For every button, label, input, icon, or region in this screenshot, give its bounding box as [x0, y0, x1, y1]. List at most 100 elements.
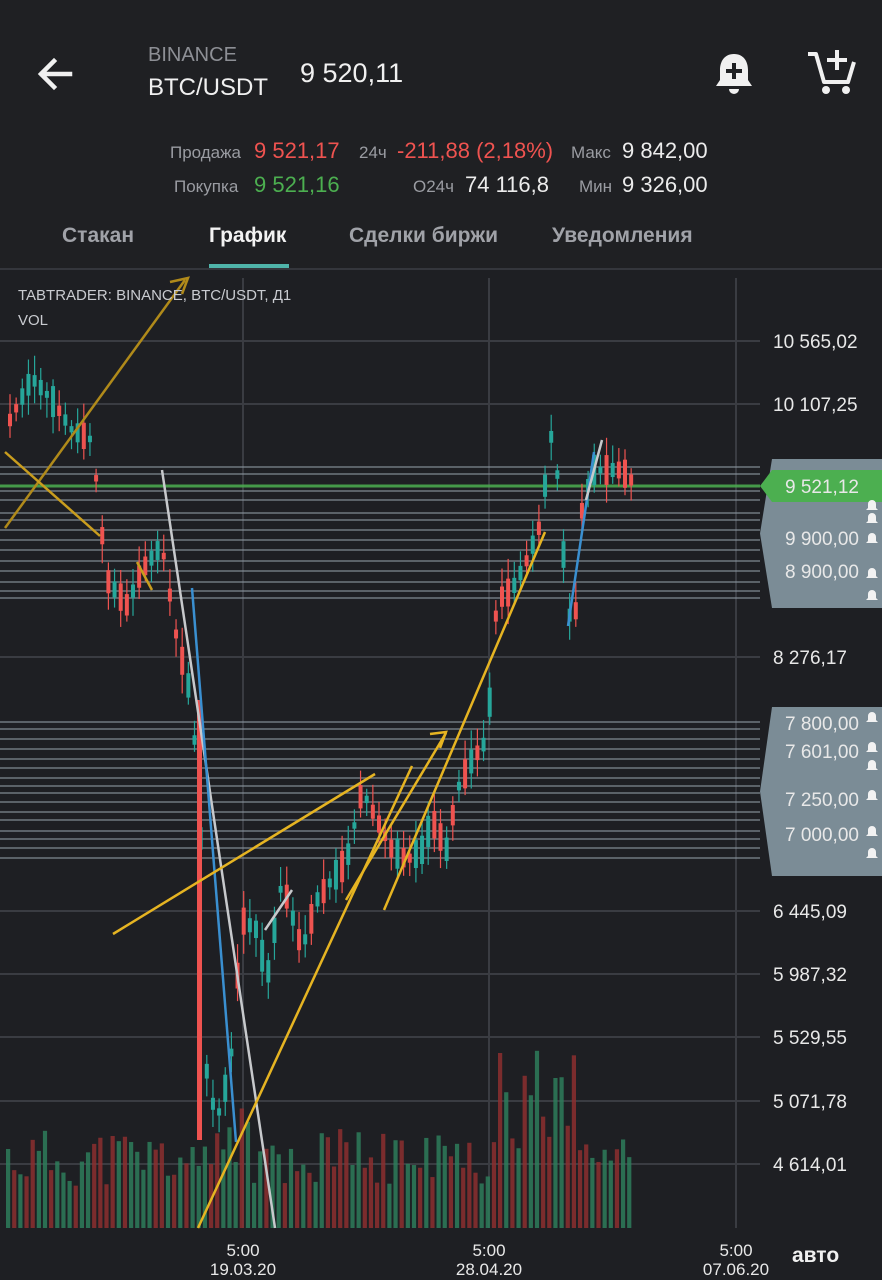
candle-body — [44, 390, 49, 398]
candle-body — [598, 466, 603, 474]
volume-bar — [491, 1142, 497, 1228]
volume-bar — [448, 1156, 453, 1228]
candle-body — [475, 745, 480, 761]
price-chart[interactable]: 9 521,12 9 900,00 8 900,00 7 800,00 7 601,00… — [0, 268, 882, 1280]
volume-bar — [276, 1154, 281, 1228]
volume-bar — [522, 1075, 527, 1228]
candle-body — [524, 555, 529, 567]
candle-body — [610, 462, 615, 478]
arrow-left-icon[interactable] — [30, 48, 82, 100]
volume-bar — [141, 1169, 146, 1228]
volume-bar — [129, 1142, 134, 1228]
volume-bar — [356, 1132, 361, 1228]
buy-value: 9 521,16 — [254, 172, 340, 197]
candle-body — [438, 823, 443, 851]
auto-scale-button[interactable]: авто — [792, 1244, 839, 1268]
candle-body — [241, 907, 246, 935]
candle-body — [272, 917, 277, 943]
candle-body — [426, 815, 431, 847]
alert-tag-value: 9 900,00 — [785, 529, 859, 550]
tab-alerts[interactable]: Уведомления — [552, 224, 693, 248]
volume-bar — [98, 1137, 103, 1228]
candle-body — [247, 918, 252, 933]
volume-bar — [510, 1138, 515, 1228]
bell-plus-icon[interactable] — [710, 50, 758, 98]
volume-bar — [196, 1165, 201, 1228]
candle-body — [543, 474, 548, 497]
tab-chart[interactable]: График — [209, 224, 286, 248]
candle-body — [561, 541, 566, 568]
candle-body — [63, 414, 68, 426]
volume-bar — [233, 1161, 238, 1228]
candle-body — [512, 577, 517, 593]
price-axis-label: 10 107,25 — [773, 395, 858, 416]
candle-body — [266, 960, 271, 983]
candle-body — [629, 474, 634, 486]
buy-label: Покупка — [174, 177, 239, 196]
time-axis-time: 5:00 — [226, 1241, 259, 1260]
candle-body — [500, 586, 504, 607]
volume-bar — [473, 1172, 478, 1228]
last-price: 9 520,11 — [300, 58, 404, 88]
volume-bar — [122, 1136, 128, 1228]
candle-body — [389, 839, 394, 858]
volume-bar — [528, 1095, 533, 1228]
volume-bar — [602, 1149, 607, 1228]
candle-body — [26, 373, 31, 396]
volume-bar — [565, 1125, 570, 1228]
volume-bar — [55, 1161, 60, 1228]
pair-name[interactable]: BTC/USDT — [148, 74, 268, 102]
volume-bar — [485, 1176, 490, 1228]
alert-tag-value: 7 000,00 — [785, 825, 859, 846]
candle-body — [321, 879, 326, 904]
candle-body — [278, 885, 283, 893]
candle-body — [616, 461, 621, 479]
tab-orderbook[interactable]: Стакан — [62, 224, 134, 248]
volume-bar — [227, 1127, 232, 1228]
volume-bar — [295, 1171, 300, 1228]
candle-body — [210, 1097, 215, 1110]
candle-body — [309, 903, 314, 934]
candle-body — [303, 934, 308, 945]
volume-bar — [461, 1167, 466, 1228]
candle-body — [124, 594, 129, 616]
volume-label: О24ч — [413, 177, 454, 196]
volume-bar — [85, 1152, 91, 1228]
volume-bar — [614, 1149, 620, 1228]
candle-body — [100, 527, 105, 545]
volume-bar — [547, 1136, 552, 1228]
volume-bar — [504, 1092, 509, 1228]
volume-bar — [153, 1149, 158, 1228]
tab-trades[interactable]: Сделки биржи — [349, 224, 498, 248]
candle-body — [118, 583, 123, 611]
chart-legend-title: TABTRADER: BINANCE, BTC/USDT, Д1 — [18, 287, 292, 304]
volume-bar — [621, 1139, 626, 1228]
volume-bar — [73, 1185, 78, 1228]
candle-body — [555, 470, 560, 479]
cart-plus-icon[interactable] — [806, 46, 858, 98]
price-axis-label: 8 276,17 — [773, 648, 847, 669]
candle-body — [32, 375, 37, 387]
volume-bar — [307, 1172, 312, 1228]
volume-bar — [239, 1108, 244, 1228]
min-value: 9 326,00 — [622, 172, 708, 197]
candle-body — [469, 749, 474, 774]
candle-body — [370, 804, 375, 819]
candle-body — [536, 521, 541, 535]
candle-body — [180, 646, 185, 675]
candle-body — [161, 552, 166, 560]
volume-bar — [442, 1145, 447, 1228]
volume-bar — [584, 1144, 589, 1228]
candle-body — [573, 602, 578, 620]
candle-body — [106, 570, 111, 594]
candle-body — [432, 810, 437, 839]
volume-bar — [258, 1151, 263, 1228]
time-axis-time: 5:00 — [719, 1241, 752, 1260]
volume-bar — [147, 1141, 152, 1228]
volume-bar — [381, 1133, 386, 1228]
volume-bar — [368, 1157, 374, 1228]
candle-body — [456, 781, 461, 791]
volume-bar — [61, 1172, 66, 1228]
candle-body — [315, 892, 320, 907]
volume-bar — [36, 1150, 41, 1228]
